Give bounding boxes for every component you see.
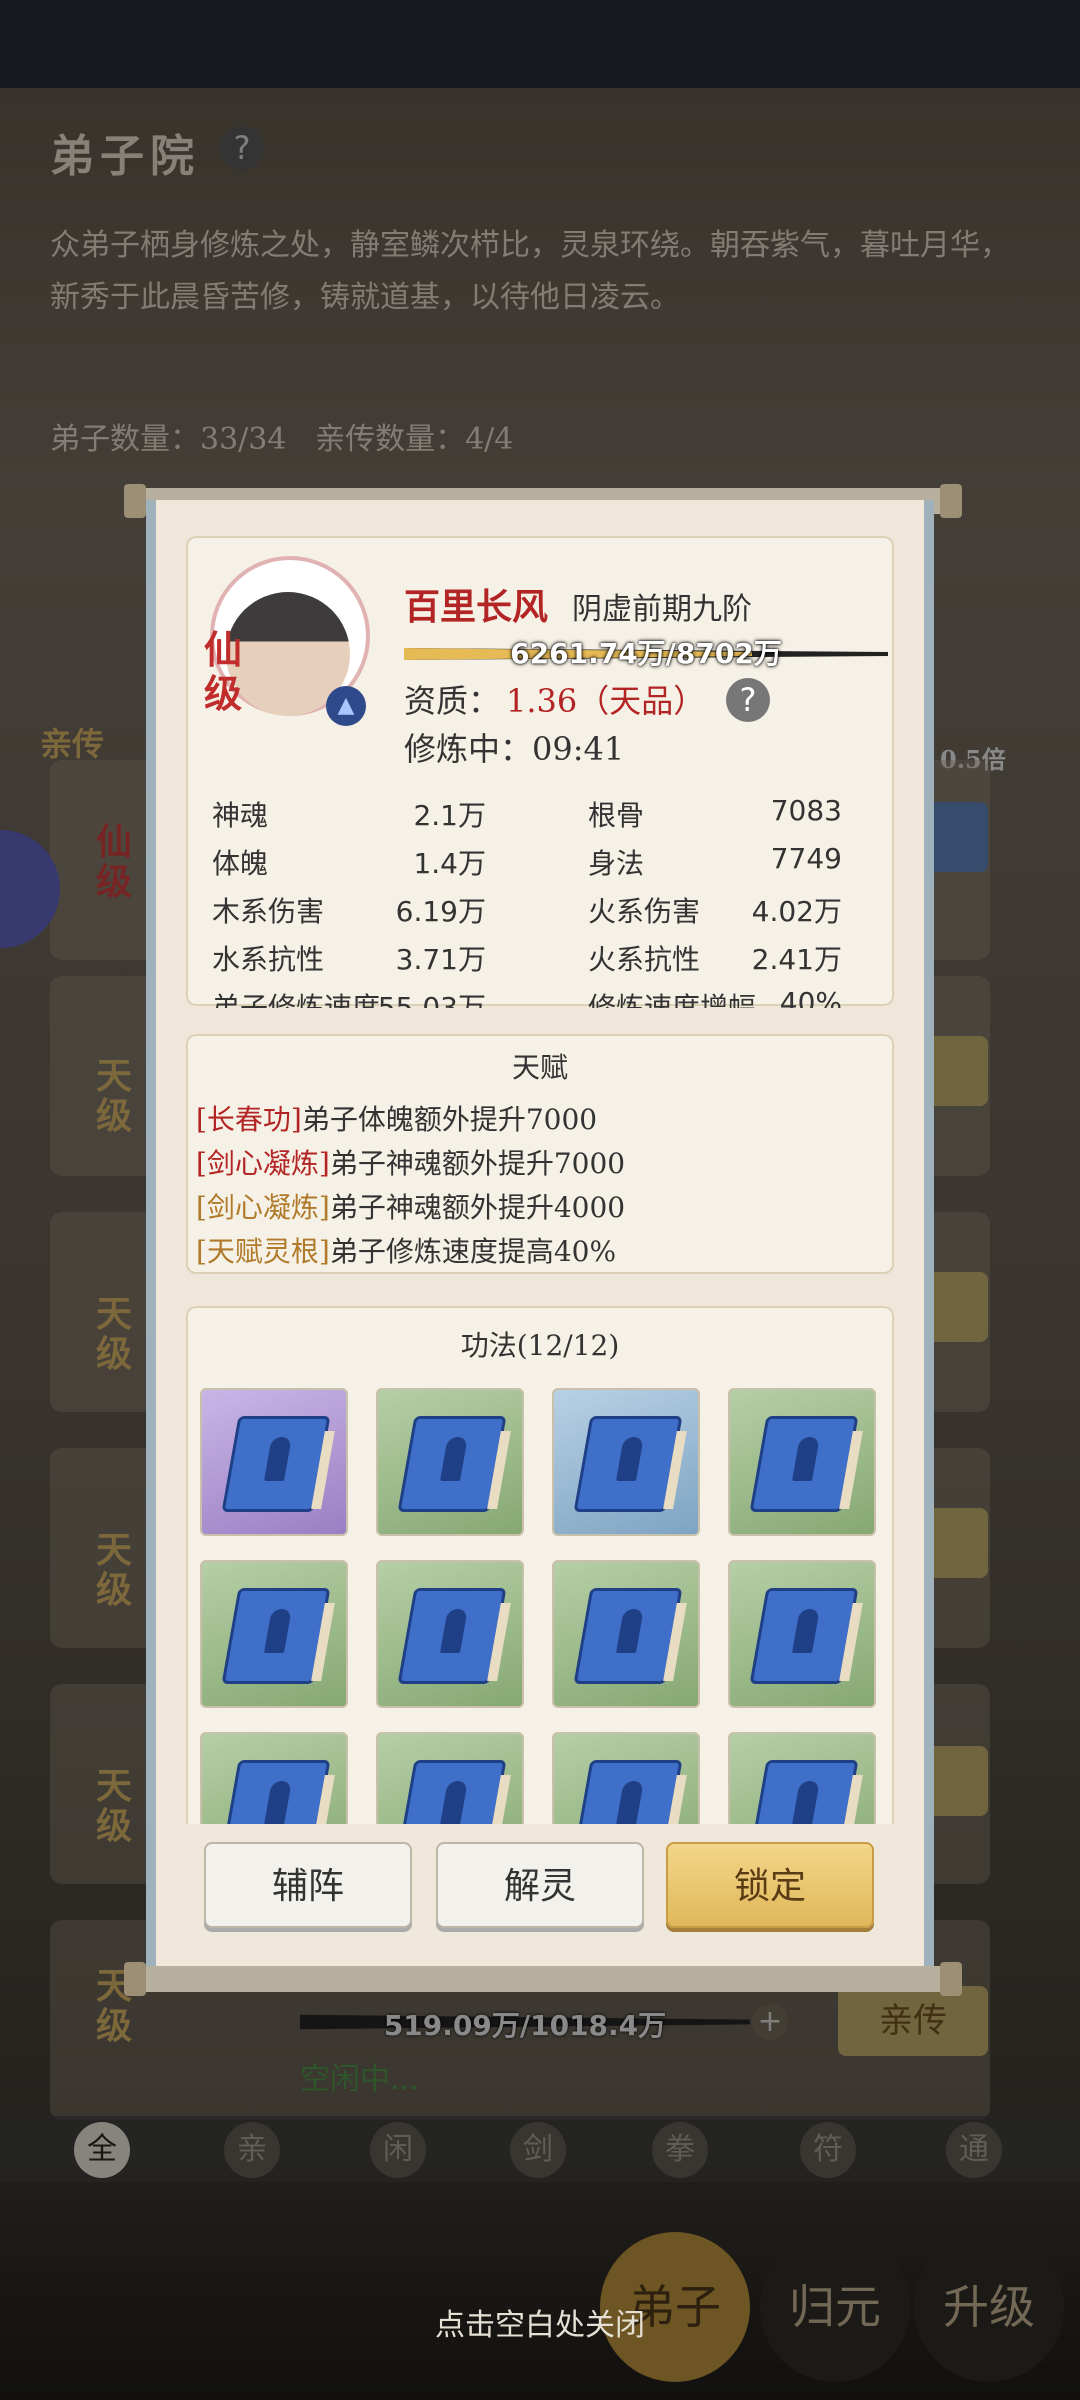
stat-value: 40% — [779, 986, 842, 1008]
skill-book-icon — [573, 1760, 683, 1824]
stats-grid[interactable]: 神魂 2.1万 根骨 7083 体魄 1.4万 身法 7749 木系伤害 6.1… — [176, 786, 884, 1008]
skill-book-tile[interactable] — [552, 1388, 700, 1536]
skill-book-icon — [397, 1760, 507, 1824]
stat-label: 体魄 — [212, 847, 269, 880]
skill-book-tile[interactable] — [376, 1560, 524, 1708]
skill-book-tile[interactable] — [200, 1388, 348, 1536]
talent-tag: [长春功] — [196, 1103, 302, 1136]
disciple-realm: 阴虚前期九阶 — [572, 592, 752, 627]
stat-label: 身法 — [588, 847, 645, 880]
scroll-rod-end — [940, 1962, 962, 1996]
skill-book-tile[interactable] — [728, 1388, 876, 1536]
stat-label: 木系伤害 — [212, 895, 325, 928]
stat-value: 7083 — [770, 794, 842, 827]
help-icon[interactable]: ? — [726, 678, 770, 722]
quality-label: 资质： — [404, 682, 501, 720]
scroll-rod-end — [940, 484, 962, 518]
skill-book-tile[interactable] — [376, 1732, 524, 1824]
stat-label: 水系抗性 — [212, 943, 325, 976]
stat-value: 2.41万 — [751, 943, 842, 976]
skill-book-icon — [573, 1588, 683, 1684]
skill-book-icon — [749, 1760, 859, 1824]
skill-book-tile[interactable] — [552, 1732, 700, 1824]
skill-book-icon — [573, 1416, 683, 1512]
talent-text: 弟子体魄额外提升7000 — [301, 1103, 598, 1136]
talent-tag: [天赋灵根] — [196, 1235, 330, 1268]
talent-tag: [剑心凝炼] — [196, 1147, 330, 1180]
stat-value: 4.02万 — [751, 895, 842, 928]
assist-button[interactable]: 辅阵 — [204, 1842, 412, 1928]
stat-value: 1.4万 — [413, 847, 486, 880]
scroll-rod-end — [124, 1962, 146, 1996]
talent-item: [剑心凝炼]弟子神魂额外提升4000 — [196, 1186, 625, 1226]
disciple-name: 百里长风 — [404, 586, 549, 628]
skill-book-tile[interactable] — [728, 1732, 876, 1824]
stat-value: 6.19万 — [395, 895, 486, 928]
skill-book-tile[interactable] — [552, 1560, 700, 1708]
water-element-icon: ▲ — [326, 686, 366, 726]
skills-grid[interactable] — [196, 1384, 886, 1824]
skill-book-icon — [397, 1588, 507, 1684]
stat-label: 神魂 — [212, 799, 269, 832]
status-bar — [0, 0, 1080, 88]
stat-value: 3.71万 — [395, 943, 486, 976]
stat-label: 火系抗性 — [588, 943, 701, 976]
talent-item: [长春功]弟子体魄额外提升7000 — [196, 1098, 597, 1138]
talent-text: 弟子修炼速度提高40% — [329, 1235, 617, 1268]
stat-label: 根骨 — [588, 799, 645, 832]
skill-book-icon — [221, 1416, 331, 1512]
stat-value: 55.03万 — [377, 991, 486, 1008]
talent-title: 天赋 — [511, 1051, 568, 1084]
stat-value: 7749 — [770, 842, 842, 875]
stat-value: 2.1万 — [413, 799, 486, 832]
skill-book-icon — [221, 1760, 331, 1824]
close-hint: 点击空白处关闭 — [435, 2308, 645, 2343]
skills-title: 功法(12/12) — [460, 1329, 620, 1362]
skill-book-tile[interactable] — [200, 1732, 348, 1824]
skill-book-tile[interactable] — [728, 1560, 876, 1708]
training-status: 修炼中：09:41 — [404, 730, 625, 768]
exp-text: 6261.74万/8702万 — [510, 637, 782, 670]
talent-item: [天赋灵根]弟子修炼速度提高40% — [196, 1230, 616, 1270]
skill-book-tile[interactable] — [200, 1560, 348, 1708]
scroll-rod-end — [124, 484, 146, 518]
rank-badge: 仙级 — [204, 627, 243, 716]
skill-book-icon — [221, 1588, 331, 1684]
talent-item: [剑心凝炼]弟子神魂额外提升7000 — [196, 1142, 625, 1182]
lock-button[interactable]: 锁定 — [666, 1842, 874, 1928]
scroll-bottom-rod — [128, 1966, 952, 1992]
talent-text: 弟子神魂额外提升4000 — [329, 1191, 626, 1224]
skill-book-icon — [749, 1416, 859, 1512]
skill-book-icon — [749, 1588, 859, 1684]
skill-book-icon — [397, 1416, 507, 1512]
talent-text: 弟子神魂额外提升7000 — [329, 1147, 626, 1180]
quality-value: 1.36（天品） — [506, 682, 706, 720]
release-button[interactable]: 解灵 — [436, 1842, 644, 1928]
stat-label: 火系伤害 — [588, 895, 701, 928]
talent-tag: [剑心凝炼] — [196, 1191, 330, 1224]
skill-book-tile[interactable] — [376, 1388, 524, 1536]
